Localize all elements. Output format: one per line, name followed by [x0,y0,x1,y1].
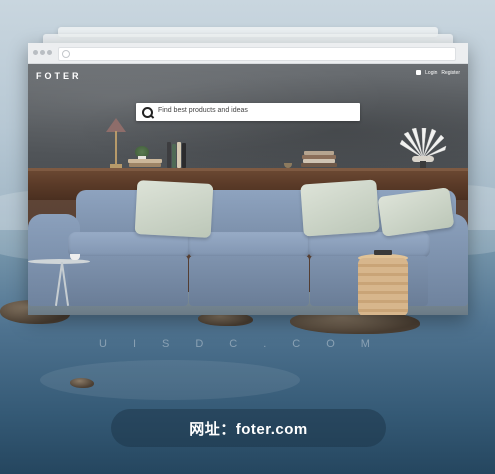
url-caption: 网址：foter.com [111,409,386,447]
sofa-base [189,256,309,306]
lamp-base [110,164,122,168]
window-dot-icon[interactable] [47,50,52,55]
book [182,143,186,168]
feather-headdress [399,128,447,168]
browser-window: FOTER Login Register Find best products a… [28,43,468,315]
stool-book [374,250,392,255]
caption-text: 网址：foter.com [189,420,308,438]
auth-links: Login Register [412,70,460,76]
search-icon [142,107,153,118]
rock [70,378,94,388]
book [301,163,337,167]
lamp-shade [106,118,126,132]
book [167,142,171,168]
search-input[interactable]: Find best products and ideas [158,107,248,114]
search-bar[interactable]: Find best products and ideas [136,103,360,121]
book [172,144,176,168]
window-dot-icon[interactable] [40,50,45,55]
pillow [300,179,380,237]
address-bar[interactable] [58,47,456,61]
logo-text: FOTER [36,71,82,81]
globe-icon [62,50,70,58]
register-link[interactable]: Register [441,70,460,76]
browser-toolbar [28,43,468,64]
book [177,142,181,168]
sofa-base [68,256,188,306]
login-link[interactable]: Login [425,70,437,76]
side-table [28,259,90,264]
watermark: UISDC.COM [99,338,396,350]
window-dot-icon[interactable] [33,50,38,55]
foter-logo[interactable]: FOTER [36,71,82,81]
pillow [134,180,214,238]
website-viewport: FOTER Login Register Find best products a… [28,64,468,315]
book [129,163,161,167]
wood-stool [358,258,408,315]
shelf-edge [28,168,468,171]
user-icon [416,70,422,75]
cup [70,254,80,260]
lamp-pole [115,131,117,165]
